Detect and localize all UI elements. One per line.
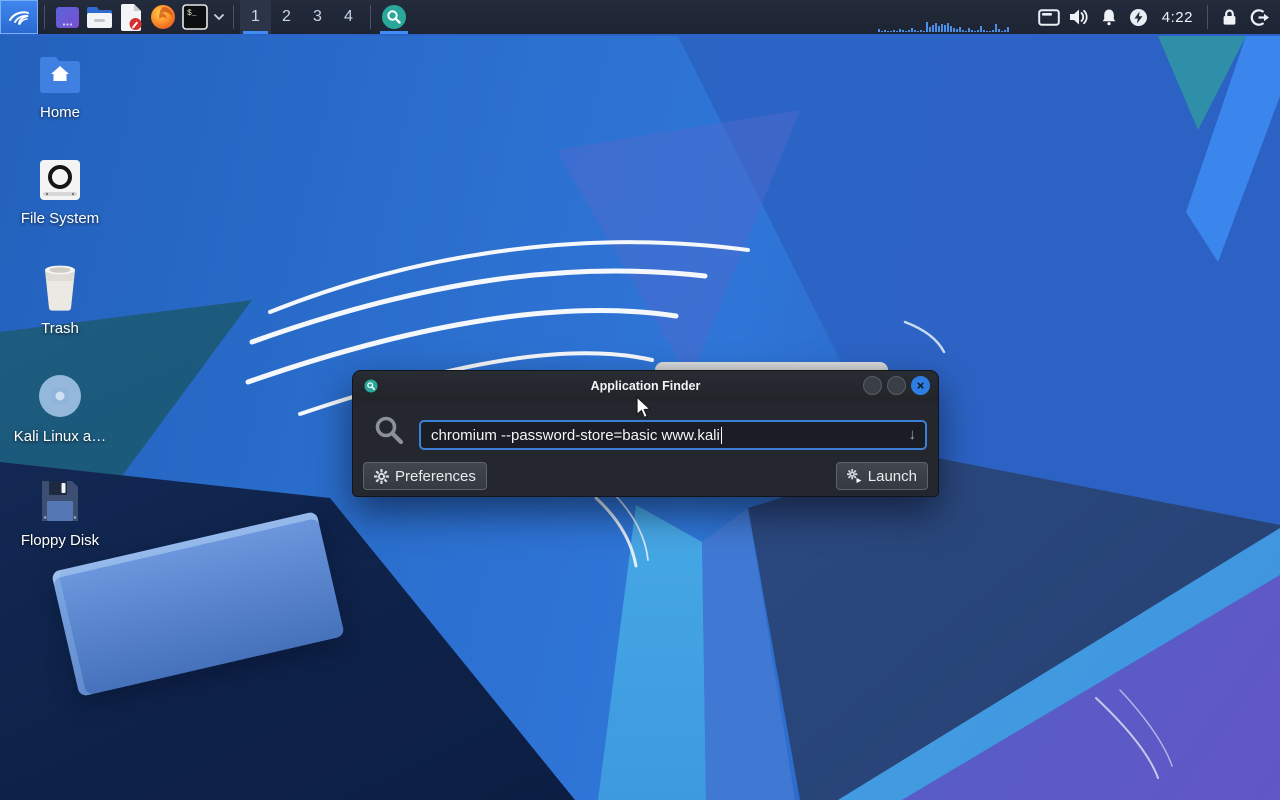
window-icon-application-finder [364,379,378,393]
history-dropdown-arrow-icon[interactable]: ↓ [909,426,917,443]
workspace-1[interactable]: 1 [240,0,271,34]
launcher-window-switcher[interactable] [51,0,83,34]
launch-button-label: Launch [868,468,917,485]
desktop-icon-kali-linux-cd[interactable]: Kali Linux a… [8,372,112,445]
desktop-icon-home[interactable]: Home [8,54,112,121]
gear-icon [374,469,389,484]
volume-icon [1068,8,1089,26]
desktop-icon-label: File System [21,210,99,227]
search-input-value: chromium --password-store=basic www.kali [431,427,720,444]
desktop-icon-label: Home [40,104,80,121]
panel-separator [1207,5,1208,29]
tray-volume-item[interactable] [1064,0,1094,34]
workspace-1-label: 1 [251,8,260,26]
desktop-icon-floppy-disk[interactable]: Floppy Disk [8,478,112,549]
launcher-terminal[interactable]: $_ [179,0,211,34]
desktop-icon-label: Kali Linux a… [14,428,107,445]
close-icon: × [917,378,925,393]
desktop-screen: $_ 1 2 3 4 [0,0,1280,800]
lock-screen-button[interactable] [1214,0,1244,34]
kali-logo-icon [6,4,32,30]
launch-button[interactable]: Launch [836,462,928,490]
trash-icon [37,262,83,312]
text-editor-icon [119,4,143,31]
log-out-icon [1250,8,1269,27]
home-folder-icon [36,54,84,96]
chevron-down-icon [213,13,225,21]
text-caret [721,427,723,444]
lock-icon [1221,8,1238,26]
desktop-icon-trash[interactable]: Trash [8,262,112,337]
workspace-2-label: 2 [282,8,291,26]
terminal-glyph: $_ [187,9,197,18]
tray-notifications-item[interactable] [1094,0,1124,34]
maximize-button[interactable] [887,376,906,395]
application-finder-icon [381,4,407,30]
log-out-button[interactable] [1244,0,1274,34]
launcher-text-editor[interactable] [115,0,147,34]
workspace-3[interactable]: 3 [302,0,333,34]
firefox-icon [150,4,176,30]
desktop-icon-label: Floppy Disk [21,532,99,549]
workspace-2[interactable]: 2 [271,0,302,34]
taskbar-application-finder[interactable] [377,0,411,34]
launch-icon [847,469,862,484]
file-manager-icon [86,6,113,29]
mouse-cursor [635,396,655,419]
workspace-4[interactable]: 4 [333,0,364,34]
terminal-icon: $_ [182,4,208,30]
kali-menu-button[interactable] [0,0,38,34]
search-icon [373,414,405,446]
workspace-3-label: 3 [313,8,322,26]
preferences-button-label: Preferences [395,468,476,485]
panel-separator [233,5,234,29]
display-icon [1038,9,1060,26]
window-switcher-icon [55,5,80,30]
panel-separator [370,5,371,29]
bell-icon [1100,8,1118,26]
clock[interactable]: 4:22 [1154,0,1201,34]
power-manager-icon [1129,8,1148,27]
file-system-drive-icon [38,158,82,202]
launcher-file-manager[interactable] [83,0,115,34]
panel-separator [44,5,45,29]
desktop-icon-label: Trash [41,320,79,337]
desktop-icon-file-system[interactable]: File System [8,158,112,227]
launcher-firefox[interactable] [147,0,179,34]
workspace-4-label: 4 [344,8,353,26]
search-input[interactable]: chromium --password-store=basic www.kali… [419,420,927,450]
close-button[interactable]: × [911,376,930,395]
tray-display-item[interactable] [1034,0,1064,34]
preferences-button[interactable]: Preferences [363,462,487,490]
tray-power-manager-item[interactable] [1124,0,1154,34]
minimize-button[interactable] [863,376,882,395]
floppy-disk-icon [37,478,83,524]
terminal-dropdown-chevron[interactable] [211,0,227,34]
clock-label: 4:22 [1162,9,1193,26]
cdrom-icon [36,372,84,420]
top-panel: $_ 1 2 3 4 [0,0,1280,36]
network-monitor-graph [878,19,1010,32]
window-title: Application Finder [353,379,938,393]
application-finder-window: Application Finder × chromium --password… [352,370,939,497]
